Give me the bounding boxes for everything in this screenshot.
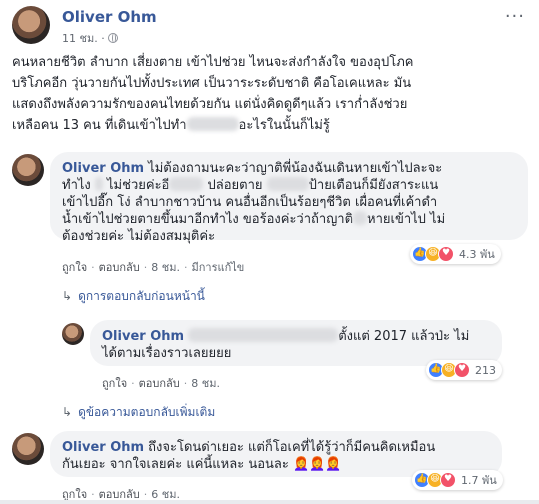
comment-text: หายเข้าไป ไม่ xyxy=(367,212,446,227)
reply-text: ตั้งแต่ 2017 แล้วป่ะ ไม่ xyxy=(338,329,470,344)
comment-text: ต้องช่วยค่ะ ไม่ต้องสมมุติค่ะ xyxy=(62,229,216,244)
comment-text: ปล่อยตาย xyxy=(203,178,267,193)
reply-avatar[interactable] xyxy=(62,323,84,345)
post-timestamp[interactable]: 11 ชม. · xyxy=(62,29,118,47)
post-header: Oliver Ohm 11 ชม. · ··· xyxy=(12,6,527,48)
reaction-summary[interactable]: 👍 😆 ♥ 4.3 พัน xyxy=(410,244,501,264)
like-button[interactable]: ถูกใจ xyxy=(102,377,127,390)
comment-text: กันเยอะ จากใจเลยค่ะ แค่นี้แหละ นอนละ xyxy=(62,457,289,472)
comment-text: น้ำเข้าไปช่วยตายขึ้นมาอีกทำไง ขอร้องค่ะว… xyxy=(62,212,354,227)
post-body-line: อะไรในนั้นก็ไม่รู้ xyxy=(238,118,330,133)
censor-blur xyxy=(266,177,309,191)
censor-blur xyxy=(169,177,204,191)
heart-reaction-icon: ♥ xyxy=(438,246,454,262)
reply-arrow-icon: ↳ xyxy=(62,405,73,419)
heart-reaction-icon: ♥ xyxy=(440,472,456,488)
comment-avatar[interactable] xyxy=(12,433,44,465)
post-body: คนหลายชีวิต ลำบาก เสี่ยงตาย เข้าไปช่วย ไ… xyxy=(12,52,527,136)
post-body-line: แสดงถึงพลังความรักของคนไทยด้วยกัน แต่นั่… xyxy=(12,97,408,112)
comment-text: ถึงจะโดนด่าเยอะ แต่ก็โอเคที่ได้รู้ว่าก็ม… xyxy=(144,440,436,455)
comment-text: เข้าไปอี๊ก โง่ ลำบากชาวบ้าน คนอื่นอีกเป็… xyxy=(62,195,438,210)
reply-button[interactable]: ตอบกลับ xyxy=(99,261,140,274)
edited-label[interactable]: มีการแก้ไข xyxy=(191,261,244,274)
comment-text: ทำไง xyxy=(62,178,95,193)
post-body-line: บริโภคอีก วุ่นวายกันไปทั้งประเทศ เป็นวาร… xyxy=(12,76,412,91)
post-time-text[interactable]: 11 ชม. · xyxy=(62,32,105,45)
reaction-count: 213 xyxy=(475,363,496,377)
comment-text: ไม่ต้องถามนะคะว่าญาติพี่น้องฉันเดินหายเข… xyxy=(144,161,443,176)
comment-time[interactable]: 8 ชม. xyxy=(151,261,180,274)
view-more-replies-label: ดูข้อความตอบกลับเพิ่มเติม xyxy=(78,405,216,419)
comment-bubble: Oliver Ohm ไม่ต้องถามนะคะว่าญาติพี่น้องฉ… xyxy=(50,152,528,244)
comment-author[interactable]: Oliver Ohm xyxy=(62,440,144,455)
post-body-line: เหลือคน 13 คน ที่เดินเข้าไปทำ xyxy=(12,118,187,133)
separator: · xyxy=(143,261,148,274)
reaction-count: 4.3 พัน xyxy=(459,248,495,261)
reply-text: ได้ตามเรื่องราวเลยยยย xyxy=(102,346,232,361)
heart-reaction-icon: ♥ xyxy=(454,362,470,378)
like-button[interactable]: ถูกใจ xyxy=(62,261,87,274)
view-previous-replies-link[interactable]: ↳ ดูการตอบกลับก่อนหน้านี้ xyxy=(62,287,205,306)
censor-blur xyxy=(186,117,239,131)
reaction-summary[interactable]: 👍 😆 ♥ 1.7 พัน xyxy=(412,470,503,490)
post-body-line: คนหลายชีวิต ลำบาก เสี่ยงตาย เข้าไปช่วย ไ… xyxy=(12,55,414,70)
separator: · xyxy=(183,261,188,274)
post-author-avatar[interactable] xyxy=(12,6,50,44)
comment-author[interactable]: Oliver Ohm xyxy=(62,161,144,176)
view-more-replies-link[interactable]: ↳ ดูข้อความตอบกลับเพิ่มเติม xyxy=(62,403,215,422)
bottom-divider xyxy=(0,500,539,504)
post-author-name[interactable]: Oliver Ohm xyxy=(62,8,157,26)
comment-text: ไม่ช่วยค่ะอี xyxy=(102,178,170,193)
censor-blur xyxy=(353,211,368,225)
reply-button[interactable]: ตอบกลับ xyxy=(139,377,180,390)
more-options-button[interactable]: ··· xyxy=(505,6,525,27)
reaction-count: 1.7 พัน xyxy=(461,474,497,487)
comment-text: ป้ายเตือนก็มียังสาระแน xyxy=(308,178,439,193)
view-previous-replies-label: ดูการตอบกลับก่อนหน้านี้ xyxy=(78,289,205,303)
comment-actions: ถูกใจ · ตอบกลับ · 8 ชม. · มีการแก้ไข xyxy=(62,258,244,276)
reply-actions: ถูกใจ · ตอบกลับ · 8 ชม. xyxy=(102,374,220,392)
reply-time[interactable]: 8 ชม. xyxy=(191,377,220,390)
reply-author[interactable]: Oliver Ohm xyxy=(102,329,184,344)
separator: · xyxy=(131,377,135,390)
separator: · xyxy=(91,261,95,274)
emoji-group: 👩‍🦰👩‍🦰👩‍🦰 xyxy=(293,457,342,472)
censor-blur xyxy=(188,328,339,342)
comment-avatar[interactable] xyxy=(12,154,44,186)
globe-icon xyxy=(107,33,118,43)
reaction-summary[interactable]: 👍 😆 ♥ 213 xyxy=(426,360,502,380)
reply-arrow-icon: ↳ xyxy=(62,289,73,303)
censor-blur xyxy=(94,177,103,191)
separator: · xyxy=(183,377,188,390)
